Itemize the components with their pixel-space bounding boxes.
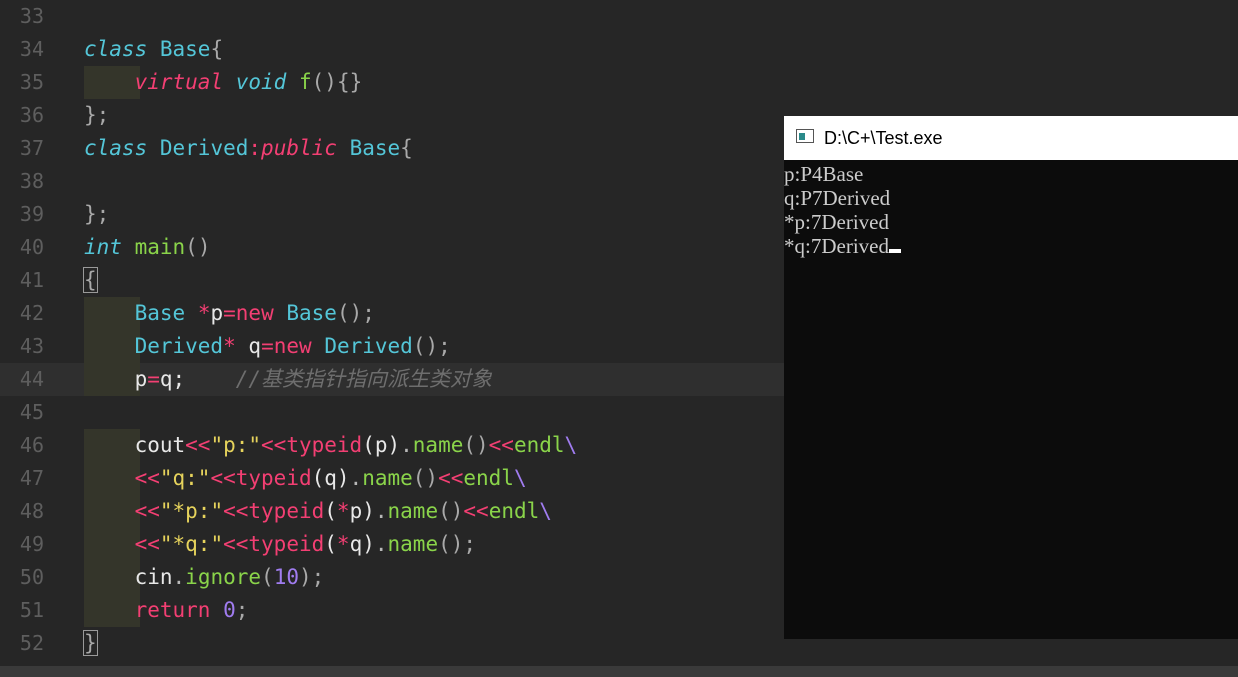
code-text: int main() bbox=[84, 235, 211, 259]
line-number: 36 bbox=[19, 103, 44, 127]
line-number: 35 bbox=[19, 70, 44, 94]
code-text: } bbox=[83, 627, 98, 660]
code-line-34: 34 class Base{ bbox=[0, 33, 1238, 66]
line-number: 49 bbox=[19, 532, 44, 556]
code-text: { bbox=[83, 264, 98, 297]
line-number: 48 bbox=[19, 499, 44, 523]
code-comment: //基类指针指向派生类对象 bbox=[235, 367, 493, 391]
line-number: 42 bbox=[19, 301, 44, 325]
line-number: 41 bbox=[19, 268, 44, 292]
line-number: 37 bbox=[19, 136, 44, 160]
console-titlebar[interactable]: D:\C+\Test.exe bbox=[784, 116, 1238, 160]
console-app-icon bbox=[796, 129, 814, 143]
code-text: class Base{ bbox=[84, 37, 224, 61]
line-number: 38 bbox=[19, 169, 44, 193]
code-text: <<"*p:"<<typeid(*p).name()<<endl\ bbox=[134, 499, 552, 523]
code-text: cout<<"p:"<<typeid(p).name()<<endl\ bbox=[134, 433, 578, 457]
matching-brace: { bbox=[83, 267, 98, 293]
code-text: }; bbox=[84, 103, 110, 127]
console-output[interactable]: p:P4Base q:P7Derived *p:7Derived *q:7Der… bbox=[784, 162, 1238, 258]
code-line-35: 35 virtual void f(){} bbox=[0, 66, 1238, 99]
console-output-line: p:P4Base bbox=[784, 162, 864, 186]
line-number: 34 bbox=[19, 37, 44, 61]
console-output-line-last: *q:7Derived bbox=[784, 234, 1238, 258]
code-text: virtual void f(){} bbox=[134, 70, 363, 94]
code-text: }; bbox=[84, 202, 110, 226]
code-line-33: 33 bbox=[0, 0, 1238, 33]
text-cursor bbox=[888, 249, 901, 253]
line-number: 44 bbox=[19, 367, 44, 391]
line-number: 33 bbox=[19, 4, 44, 28]
code-text: <<"q:"<<typeid(q).name()<<endl\ bbox=[134, 466, 527, 490]
console-window[interactable]: D:\C+\Test.exe p:P4Base q:P7Derived *p:7… bbox=[784, 116, 1238, 639]
code-text: cin.ignore(10); bbox=[134, 565, 325, 589]
horizontal-scrollbar[interactable] bbox=[0, 666, 1238, 677]
console-output-line: *p:7Derived bbox=[784, 210, 889, 234]
line-number: 39 bbox=[19, 202, 44, 226]
line-number: 43 bbox=[19, 334, 44, 358]
line-number: 51 bbox=[19, 598, 44, 622]
line-number: 46 bbox=[19, 433, 44, 457]
line-number: 40 bbox=[19, 235, 44, 259]
console-title: D:\C+\Test.exe bbox=[824, 128, 943, 148]
code-text: p=q; //基类指针指向派生类对象 bbox=[134, 367, 493, 391]
line-number: 45 bbox=[19, 400, 44, 424]
line-number: 50 bbox=[19, 565, 44, 589]
code-text: Derived* q=new Derived(); bbox=[134, 334, 451, 358]
code-text: Base *p=new Base(); bbox=[134, 301, 375, 325]
line-number: 52 bbox=[19, 631, 44, 655]
code-text: return 0; bbox=[134, 598, 249, 622]
code-text: class Derived:public Base{ bbox=[84, 136, 413, 160]
code-text: <<"*q:"<<typeid(*q).name(); bbox=[134, 532, 477, 556]
console-output-line: q:P7Derived bbox=[784, 186, 891, 210]
line-number: 47 bbox=[19, 466, 44, 490]
matching-brace: } bbox=[83, 630, 98, 656]
